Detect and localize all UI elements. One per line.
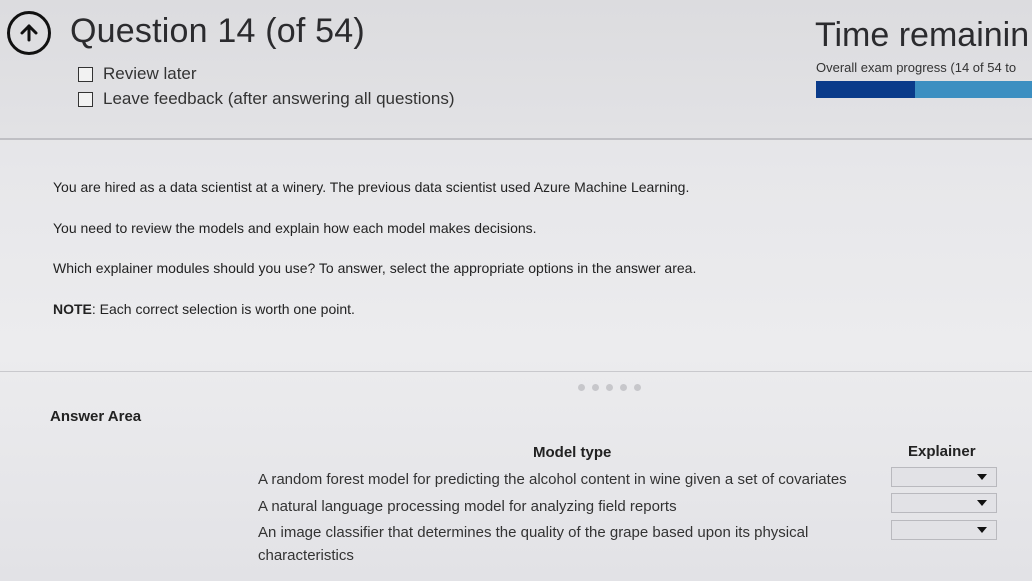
exam-screen: Question 14 (of 54) Review later Leave f… (0, 0, 1032, 581)
resize-handle[interactable] (578, 384, 641, 391)
note-label: NOTE (53, 301, 92, 317)
question-paragraph: Which explainer modules should you use? … (53, 260, 697, 276)
explainer-dropdown[interactable] (891, 493, 997, 513)
review-later-checkbox[interactable]: Review later (78, 64, 197, 84)
model-type-row: A natural language processing model for … (258, 498, 677, 515)
checkbox-box[interactable] (78, 91, 93, 107)
leave-feedback-checkbox[interactable]: Leave feedback (after answering all ques… (78, 89, 455, 109)
handle-dot (606, 384, 613, 391)
section-divider (0, 371, 1032, 372)
exam-progress-bar (816, 81, 1032, 98)
handle-dot (620, 384, 627, 391)
model-type-header: Model type (533, 444, 612, 461)
answer-area-title: Answer Area (50, 408, 142, 425)
checkbox-box[interactable] (78, 66, 93, 82)
time-remaining-label: Time remainin (815, 16, 1030, 54)
explainer-header: Explainer (908, 443, 976, 460)
chevron-down-icon (977, 500, 987, 506)
question-paragraph: You are hired as a data scientist at a w… (53, 179, 690, 195)
exam-progress-fill (816, 81, 916, 98)
question-title: Question 14 (of 54) (70, 12, 365, 50)
handle-dot (592, 384, 599, 391)
explainer-dropdown[interactable] (891, 467, 997, 487)
back-button[interactable] (7, 11, 51, 55)
chevron-down-icon (977, 474, 987, 480)
leave-feedback-label: Leave feedback (after answering all ques… (103, 89, 455, 108)
explainer-dropdown[interactable] (891, 520, 997, 540)
question-paragraph: You need to review the models and explai… (53, 220, 537, 236)
model-type-row: An image classifier that determines the … (258, 524, 809, 564)
model-type-row: A random forest model for predicting the… (258, 471, 847, 488)
handle-dot (634, 384, 641, 391)
review-later-label: Review later (103, 64, 197, 83)
exam-progress-label: Overall exam progress (14 of 54 to (816, 60, 1017, 75)
handle-dot (578, 384, 585, 391)
chevron-down-icon (977, 527, 987, 533)
question-note: NOTE: Each correct selection is worth on… (53, 301, 355, 317)
arrow-up-circle-icon (20, 24, 38, 42)
note-text: : Each correct selection is worth one po… (91, 301, 355, 317)
exam-header: Question 14 (of 54) Review later Leave f… (0, 0, 1032, 140)
